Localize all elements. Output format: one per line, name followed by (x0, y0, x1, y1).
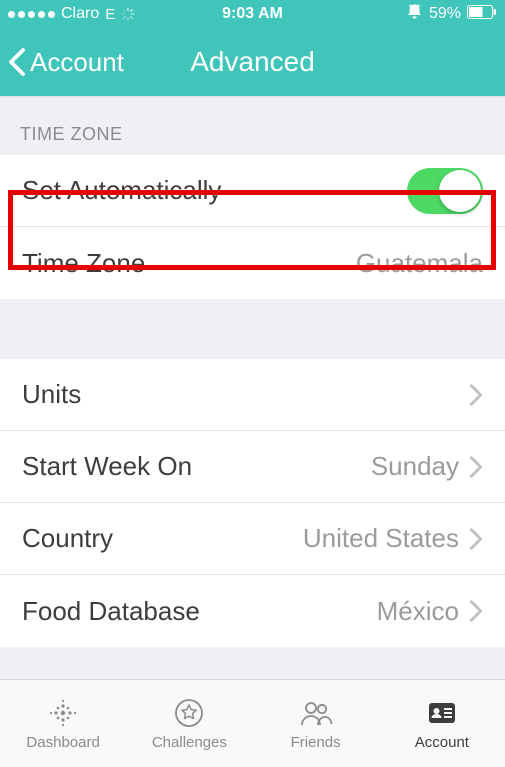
chevron-right-icon (469, 527, 483, 551)
status-bar: Claro E 9:03 AM 59% (0, 0, 505, 28)
start-week-label: Start Week On (22, 451, 192, 482)
tab-bar: Dashboard Challenges Friends (0, 679, 505, 767)
row-timezone[interactable]: Time Zone Guatemala (0, 227, 505, 299)
dashboard-icon (43, 696, 83, 730)
network-type: E (105, 6, 115, 23)
tab-friends-label: Friends (291, 734, 341, 751)
start-week-value: Sunday (371, 451, 459, 482)
account-icon (422, 696, 462, 730)
row-units[interactable]: Units (0, 359, 505, 431)
nav-bar: Account Advanced (0, 28, 505, 98)
content-area[interactable]: TIME ZONE Set Automatically Time Zone Gu… (0, 98, 505, 679)
chevron-left-icon (8, 47, 26, 77)
country-label: Country (22, 523, 113, 554)
group-timezone: Set Automatically Time Zone Guatemala (0, 155, 505, 299)
country-value: United States (303, 523, 459, 554)
row-start-week[interactable]: Start Week On Sunday (0, 431, 505, 503)
tab-challenges-label: Challenges (152, 734, 227, 751)
battery-percent: 59% (429, 5, 461, 23)
chevron-right-icon (469, 383, 483, 407)
chevron-right-icon (469, 455, 483, 479)
toggle-knob (439, 170, 481, 212)
activity-spinner-icon (121, 7, 135, 21)
tab-account-label: Account (415, 734, 469, 751)
battery-icon (467, 5, 497, 24)
units-label: Units (22, 379, 81, 410)
page-title: Advanced (190, 46, 315, 78)
tab-friends[interactable]: Friends (253, 680, 379, 767)
food-db-value: México (377, 596, 459, 627)
screen: Claro E 9:03 AM 59% (0, 0, 505, 767)
section-spacer (0, 299, 505, 359)
status-left: Claro E (8, 5, 135, 23)
group-settings: Units Start Week On Sunday Country Unite… (0, 359, 505, 647)
back-label: Account (30, 47, 124, 78)
signal-dots-icon (8, 11, 55, 18)
chevron-right-icon (469, 599, 483, 623)
section-header-timezone: TIME ZONE (0, 98, 505, 155)
alarm-icon (406, 3, 423, 25)
carrier-label: Claro (61, 5, 99, 23)
back-button[interactable]: Account (0, 47, 124, 78)
tab-dashboard-label: Dashboard (26, 734, 99, 751)
status-right: 59% (406, 3, 497, 25)
row-set-automatically: Set Automatically (0, 155, 505, 227)
tab-account[interactable]: Account (379, 680, 505, 767)
timezone-value: Guatemala (356, 248, 483, 279)
tab-dashboard[interactable]: Dashboard (0, 680, 126, 767)
tab-challenges[interactable]: Challenges (126, 680, 252, 767)
row-country[interactable]: Country United States (0, 503, 505, 575)
set-auto-toggle[interactable] (407, 168, 483, 214)
timezone-label: Time Zone (22, 248, 145, 279)
food-db-label: Food Database (22, 596, 200, 627)
friends-icon (296, 696, 336, 730)
set-auto-label: Set Automatically (22, 175, 221, 206)
challenges-icon (169, 696, 209, 730)
status-time: 9:03 AM (222, 5, 283, 23)
row-food-database[interactable]: Food Database México (0, 575, 505, 647)
